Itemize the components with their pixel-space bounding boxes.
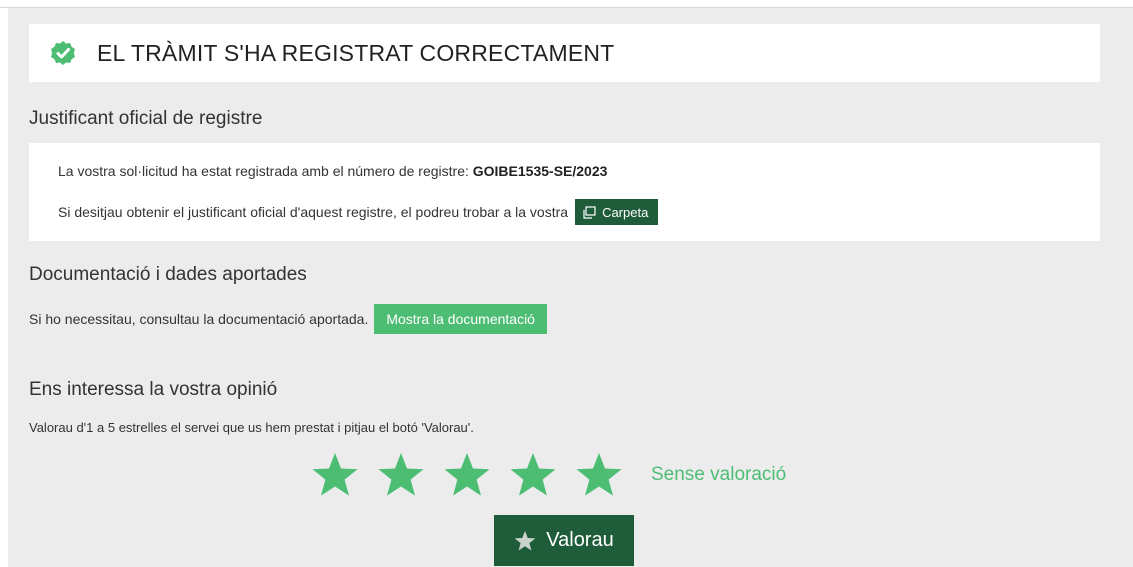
top-divider: [0, 0, 1133, 8]
documents-text: Si ho necessitau, consultau la documenta…: [29, 311, 369, 327]
registry-number-line: La vostra sol·licitud ha estat registrad…: [58, 163, 607, 179]
star-4-icon[interactable]: [509, 451, 557, 499]
registry-box: La vostra sol·licitud ha estat registrad…: [29, 143, 1100, 241]
success-banner: EL TRÀMIT S'HA REGISTRAT CORRECTAMENT: [29, 24, 1100, 82]
star-icon: [514, 530, 536, 552]
star-5-icon[interactable]: [575, 451, 623, 499]
check-circle-icon: [49, 39, 77, 67]
rate-button[interactable]: Valorau: [494, 515, 634, 566]
registry-carpeta-text: Si desitjau obtenir el justificant ofici…: [58, 204, 569, 220]
registry-number-prefix: La vostra sol·licitud ha estat registrad…: [58, 163, 469, 179]
show-documents-button[interactable]: Mostra la documentació: [374, 304, 547, 334]
opinion-instructions: Valorau d'1 a 5 estrelles el servei que …: [29, 420, 474, 435]
rating-status: Sense valoració: [651, 464, 787, 485]
registration-number: GOIBE1535-SE/2023: [472, 163, 608, 179]
star-1-icon[interactable]: [311, 451, 359, 499]
registry-carpeta-line: Si desitjau obtenir el justificant ofici…: [58, 199, 659, 225]
registry-heading: Justificant oficial de registre: [29, 108, 263, 129]
documents-line: Si ho necessitau, consultau la documenta…: [29, 304, 547, 334]
star-2-icon[interactable]: [377, 451, 425, 499]
carpeta-button[interactable]: Carpeta: [575, 199, 659, 225]
carpeta-button-label: Carpeta: [602, 204, 649, 220]
rating-stars: Sense valoració: [311, 451, 786, 499]
folder-icon: [583, 205, 596, 219]
opinion-heading: Ens interessa la vostra opinió: [29, 379, 278, 400]
star-3-icon[interactable]: [443, 451, 491, 499]
rate-button-label: Valorau: [546, 529, 614, 551]
success-title: EL TRÀMIT S'HA REGISTRAT CORRECTAMENT: [97, 39, 615, 66]
documents-heading: Documentació i dades aportades: [29, 264, 307, 285]
main-panel: EL TRÀMIT S'HA REGISTRAT CORRECTAMENT Ju…: [8, 8, 1133, 567]
